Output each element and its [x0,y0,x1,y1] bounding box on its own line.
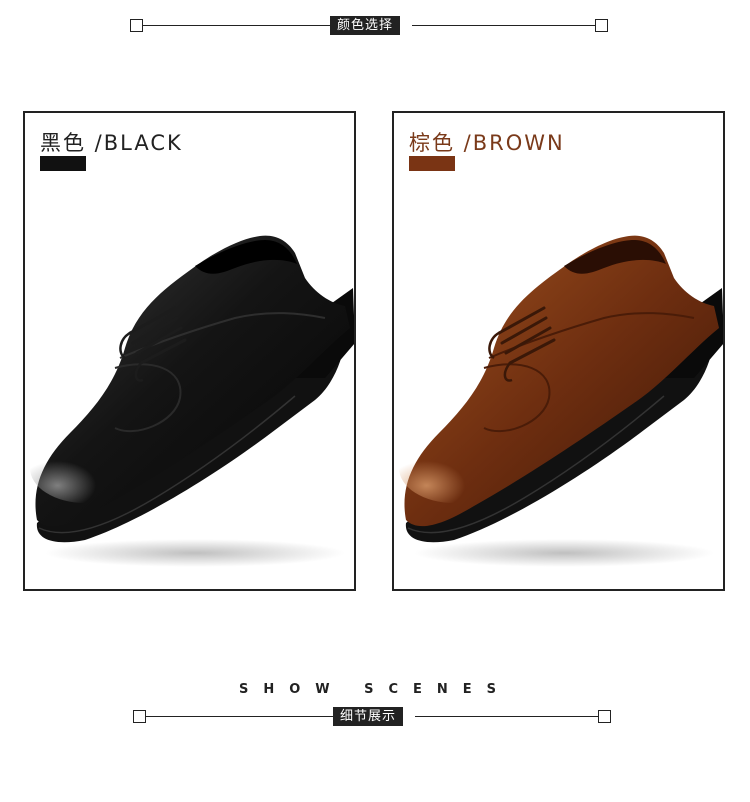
brown-shoe-image [399,235,723,567]
black-variant-label: 黑色 /BLACK [40,131,183,155]
header-line-right [412,25,595,26]
detail-display-header: 细节展示 [0,707,750,727]
right-square-icon [595,19,608,32]
brown-variant-panel[interactable]: 棕色 /BROWN [392,111,725,591]
show-scenes-title: SHOW SCENES [238,682,512,697]
color-selection-tag: 颜色选择 [330,16,401,35]
left-square-icon [130,19,143,32]
header-line-left [146,716,336,717]
black-shoe-image [30,235,354,567]
color-selection-header: 颜色选择 [0,16,750,36]
right-square-icon [598,710,611,723]
brown-variant-label: 棕色 /BROWN [409,131,565,155]
header-line-left [143,25,333,26]
detail-display-tag: 细节展示 [333,707,404,726]
black-variant-panel[interactable]: 黑色 /BLACK [23,111,356,591]
left-square-icon [133,710,146,723]
header-line-right [415,716,598,717]
